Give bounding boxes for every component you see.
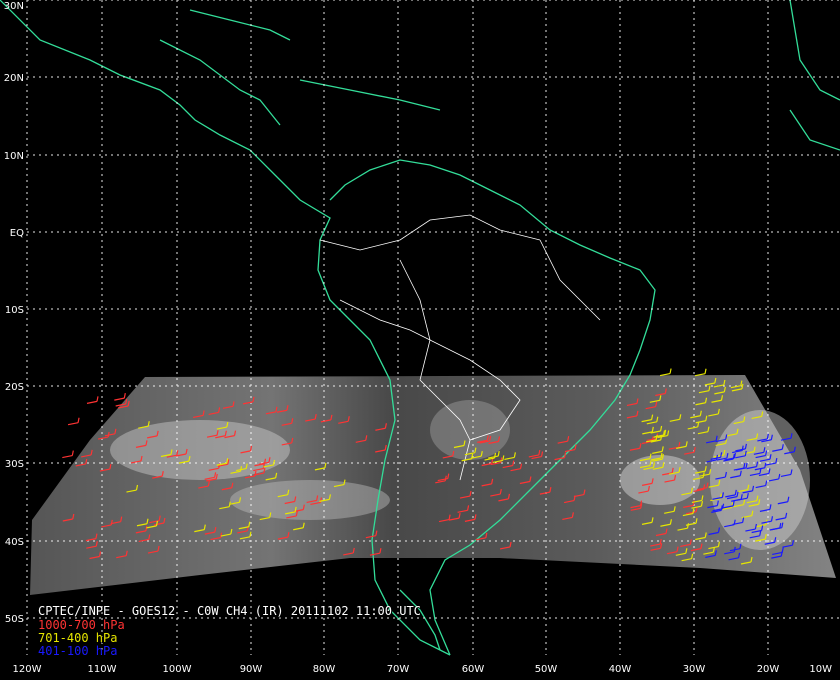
wind-barb [694,368,707,377]
wind-barb [62,450,74,459]
lat-label: 20N [4,73,24,84]
wind-barb [86,396,99,404]
latitude-labels: 30N 20N 10N EQ 10S 20S 30S 40S 50S [4,1,24,625]
lat-label: 50S [5,614,24,625]
lon-label: 100W [163,664,192,675]
legend-high: 401-100 hPa [38,645,117,658]
map-title: CPTEC/INPE - GOES12 - C0W CH4 (IR) 20111… [38,605,421,618]
legend-high-text: 401-100 hPa [38,644,118,658]
longitude-labels: 120W 110W 100W 90W 80W 70W 60W 50W 40W 30W 20W 10W [13,664,833,675]
wind-barb [659,368,672,377]
lon-label: 50W [535,664,558,675]
wind-barb [67,417,80,426]
lon-label: 10W [809,664,832,675]
lon-label: 80W [313,664,336,675]
lon-label: 90W [240,664,263,675]
title-text: CPTEC/INPE - GOES12 - C0W CH4 (IR) 20111… [38,604,421,618]
lat-label: 10S [5,305,24,316]
wind-barb [114,393,126,401]
lon-label: 20W [757,664,780,675]
lon-label: 110W [88,664,117,675]
lat-label: EQ [10,228,24,239]
legend-mid-text: 701-400 hPa [38,631,118,645]
lat-label: 30N [4,1,24,12]
lon-label: 40W [609,664,632,675]
lat-label: 10N [4,151,24,162]
lon-label: 30W [683,664,706,675]
lon-label: 120W [13,664,42,675]
legend-low-text: 1000-700 hPa [38,618,125,632]
lon-label: 60W [462,664,485,675]
lat-label: 20S [5,382,24,393]
lat-label: 30S [5,459,24,470]
lat-label: 40S [5,537,24,548]
map: 30N 20N 10N EQ 10S 20S 30S 40S 50S 120W 110W 100W 9… [0,0,840,675]
lon-label: 70W [387,664,410,675]
